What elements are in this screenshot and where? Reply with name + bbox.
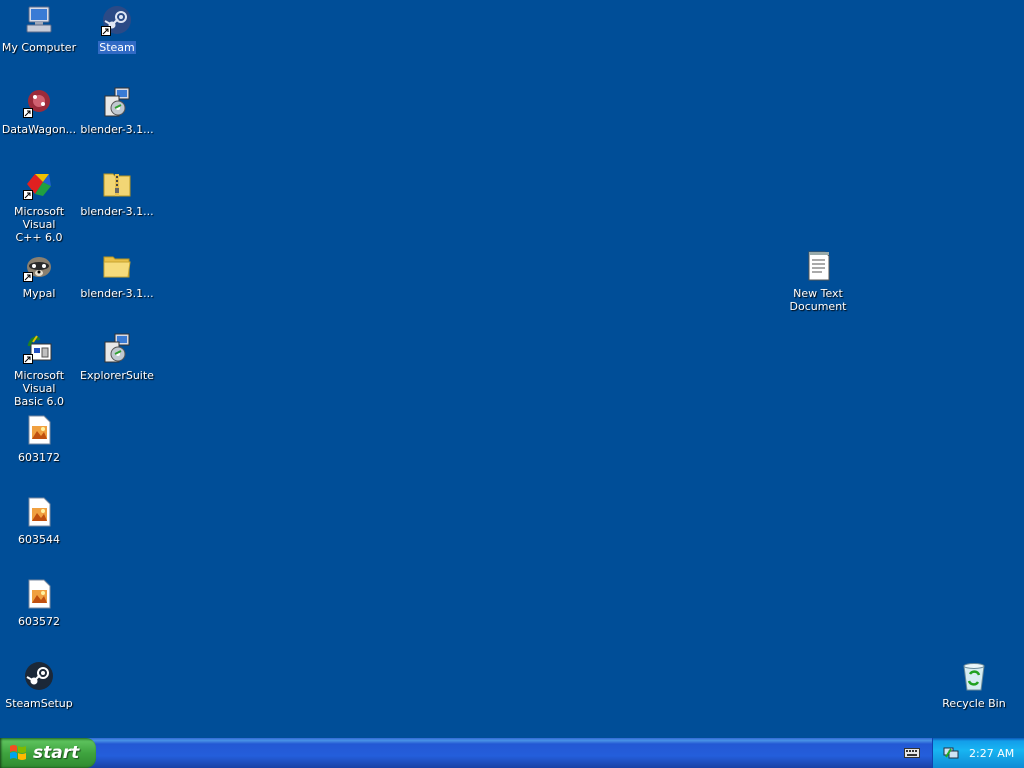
installer-icon: [101, 86, 133, 118]
mypal-icon: [23, 250, 55, 282]
desktop-icon-label: New Text Document: [789, 287, 847, 313]
installer-icon: [101, 332, 133, 364]
shortcut-arrow-icon: [23, 272, 33, 282]
steam-icon: [101, 4, 133, 36]
recycle-bin-icon: [958, 660, 990, 692]
clock[interactable]: 2:27 AM: [969, 747, 1014, 760]
my-computer-icon: [23, 4, 55, 36]
desktop-icon-mypal[interactable]: Mypal: [0, 248, 78, 328]
desktop-icon-603544[interactable]: 603544: [0, 494, 78, 574]
windows-logo-icon: [10, 745, 26, 760]
desktop-icon-datawagon[interactable]: DataWagon...: [0, 84, 78, 164]
desktop-icon-steamsetup[interactable]: SteamSetup: [0, 658, 78, 738]
desktop-icon-label: 603572: [18, 615, 60, 628]
shortcut-arrow-icon: [23, 190, 33, 200]
desktop-icon-my-computer[interactable]: My Computer: [0, 2, 78, 82]
desktop-icon-label: 603172: [18, 451, 60, 464]
start-button[interactable]: start: [0, 738, 96, 768]
image-file-icon: [23, 496, 55, 528]
desktop-icon-603172[interactable]: 603172: [0, 412, 78, 492]
visual-cpp-icon: [23, 168, 55, 200]
folder-icon: [101, 250, 133, 282]
desktop-icon-label: Microsoft Visual Basic 6.0: [13, 369, 65, 408]
desktop-icon-new-text-document[interactable]: New Text Document: [779, 248, 857, 328]
shortcut-arrow-icon: [101, 26, 111, 36]
visual-basic-icon: [23, 332, 55, 364]
start-label: start: [33, 743, 80, 763]
desktop-icon-visual-basic[interactable]: Microsoft Visual Basic 6.0: [0, 330, 78, 410]
image-file-icon: [23, 414, 55, 446]
desktop-icon-label: DataWagon...: [1, 123, 77, 136]
desktop-icon-explorersuite[interactable]: ExplorerSuite: [78, 330, 156, 410]
desktop-icon-label: blender-3.1...: [80, 287, 154, 300]
desktop-icon-recycle-bin[interactable]: Recycle Bin: [935, 658, 1013, 738]
taskbar: start 2:27 AM: [0, 738, 1024, 768]
desktop-icon-label: Recycle Bin: [942, 697, 1006, 710]
datawagon-icon: [23, 86, 55, 118]
keyboard-icon[interactable]: [904, 747, 920, 759]
desktop-icon-visual-cpp[interactable]: Microsoft Visual C++ 6.0: [0, 166, 78, 246]
desktop-icon-blender-folder[interactable]: blender-3.1...: [78, 248, 156, 328]
shortcut-arrow-icon: [23, 108, 33, 118]
desktop-icon-label: ExplorerSuite: [80, 369, 154, 382]
desktop-icon-blender-installer[interactable]: blender-3.1...: [78, 84, 156, 164]
desktop-icon-label: My Computer: [1, 41, 77, 54]
text-document-icon: [802, 250, 834, 282]
network-icon[interactable]: [943, 745, 959, 761]
system-tray: 2:27 AM: [932, 738, 1024, 768]
desktop: My Computer DataWagon... Microsoft Visua…: [0, 0, 1024, 738]
desktop-icon-label: blender-3.1...: [80, 205, 154, 218]
desktop-icon-label: blender-3.1...: [80, 123, 154, 136]
image-file-icon: [23, 578, 55, 610]
desktop-icon-blender-zip[interactable]: blender-3.1...: [78, 166, 156, 246]
desktop-icon-label: Microsoft Visual C++ 6.0: [13, 205, 65, 244]
zip-folder-icon: [101, 168, 133, 200]
steam-icon: [23, 660, 55, 692]
desktop-icon-603572[interactable]: 603572: [0, 576, 78, 656]
desktop-icon-steam[interactable]: Steam: [78, 2, 156, 82]
shortcut-arrow-icon: [23, 354, 33, 364]
desktop-icon-label: SteamSetup: [5, 697, 73, 710]
desktop-icon-label: 603544: [18, 533, 60, 546]
